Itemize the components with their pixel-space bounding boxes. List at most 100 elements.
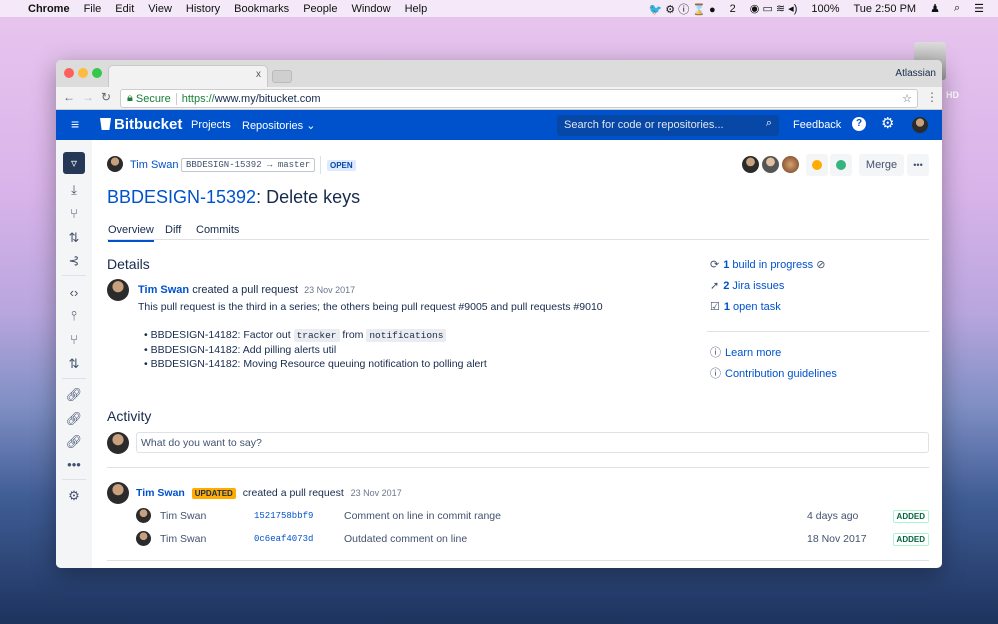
compare-icon[interactable]: ⊰	[64, 251, 84, 271]
url-input[interactable]: 🔒︎ Secure https:// www.my/bitucket.com ☆	[120, 89, 918, 108]
maximize-window-button[interactable]	[92, 68, 102, 78]
author-avatar[interactable]	[107, 482, 129, 504]
menu-app-name[interactable]: Chrome	[28, 3, 70, 15]
new-tab-button[interactable]	[272, 70, 292, 83]
minimize-window-button[interactable]	[78, 68, 88, 78]
settings-gear-icon[interactable]: ⚙	[881, 114, 894, 132]
learn-more-link[interactable]: ⓘ Learn more	[710, 343, 837, 364]
tasks-link[interactable]: ☑ 1 open task	[710, 297, 825, 318]
menu-history[interactable]: History	[186, 3, 220, 15]
builds-link[interactable]: ⟳ 1 build in progress ⊘	[710, 255, 825, 276]
in-progress-icon	[812, 160, 822, 170]
nav-repositories[interactable]: Repositories ⌄	[242, 119, 315, 132]
author-link[interactable]: Tim Swan	[138, 284, 189, 296]
more-icon[interactable]: •••	[64, 455, 84, 475]
profile-name[interactable]: Atlassian	[895, 68, 936, 79]
target-branch[interactable]: master	[278, 160, 310, 170]
browser-tab[interactable]: x	[108, 65, 268, 87]
macos-menu-bar: Chrome File Edit View History Bookmarks …	[0, 0, 998, 17]
tab-diff[interactable]: Diff	[165, 224, 181, 236]
author-avatar[interactable]	[107, 156, 123, 172]
menu-help[interactable]: Help	[405, 3, 428, 15]
menu-file[interactable]: File	[84, 3, 102, 15]
menu-view[interactable]: View	[148, 3, 172, 15]
notification-center-icon[interactable]: ☰	[974, 2, 984, 15]
commit-list: • BBDESIGN-14182: Factor out tracker fro…	[144, 328, 487, 371]
brand-name[interactable]: Bitbucket	[114, 116, 182, 133]
merge-button[interactable]: Merge	[859, 154, 904, 176]
pr-author-link[interactable]: Tim Swan	[130, 159, 179, 171]
reviewer-avatar[interactable]	[762, 156, 779, 173]
row-message[interactable]: Outdated comment on line	[344, 533, 467, 545]
close-window-button[interactable]	[64, 68, 74, 78]
divider	[62, 378, 86, 379]
link-icon[interactable]: 🔗︎	[64, 385, 84, 405]
search-placeholder: Search for code or repositories...	[564, 119, 724, 131]
user-avatar[interactable]	[912, 117, 928, 133]
item-text: BBDESIGN-14182: Add pilling alerts util	[150, 344, 337, 356]
create-pull-request-icon[interactable]: ⇅	[64, 228, 84, 248]
commit-hash-link[interactable]: 1521758bbf9	[254, 511, 313, 521]
nav-projects[interactable]: Projects	[191, 119, 231, 131]
close-tab-icon[interactable]: x	[256, 69, 261, 80]
jira-icon: ➚	[710, 280, 720, 292]
wifi-icon[interactable]: ◉ ▭ ≋ ◂)	[750, 2, 798, 15]
menu-edit[interactable]: Edit	[115, 3, 134, 15]
avatar	[136, 531, 151, 546]
build-status-button[interactable]	[806, 154, 828, 176]
secure-label: Secure	[136, 92, 177, 105]
approve-button[interactable]	[830, 154, 852, 176]
link-icon[interactable]: 🔗︎	[64, 409, 84, 429]
clock[interactable]: Tue 2:50 PM	[854, 3, 917, 15]
row-message[interactable]: Comment on line in commit range	[344, 510, 501, 522]
feedback-link[interactable]: Feedback	[793, 119, 841, 131]
pull-requests-icon[interactable]: ⇅	[64, 354, 84, 374]
back-icon[interactable]: ←	[63, 90, 75, 104]
contribution-guidelines-link[interactable]: ⓘ Contribution guidelines	[710, 364, 837, 385]
link-icon[interactable]: 🔗︎	[64, 432, 84, 452]
tab-overview[interactable]: Overview	[108, 224, 154, 242]
url-host: www.my/bitucket.com	[214, 92, 321, 105]
reload-icon[interactable]: ↻	[101, 90, 111, 104]
source-icon[interactable]: ‹›	[64, 283, 84, 303]
commits-icon[interactable]: ⫯	[64, 306, 84, 326]
browser-menu-icon[interactable]: ⋮	[926, 90, 938, 104]
user-icon[interactable]: ♟	[930, 2, 940, 15]
repo-avatar-icon[interactable]: ▿	[63, 152, 85, 174]
tab-commits[interactable]: Commits	[196, 224, 239, 236]
reviewer-avatar[interactable]	[742, 156, 759, 173]
spotlight-icon[interactable]: ⌕	[954, 2, 960, 15]
added-badge: ADDED	[892, 533, 929, 546]
comment-input[interactable]: What do you want to say?	[136, 432, 929, 453]
branches-icon[interactable]: ⑂	[64, 330, 84, 350]
added-badge: ADDED	[892, 510, 929, 523]
timestamp: 23 Nov 2017	[350, 488, 402, 498]
jira-link[interactable]: ➚ 2 Jira issues	[710, 276, 825, 297]
status-icons[interactable]: 🐦 ⚙ ⓘ ⌛ ●	[649, 1, 716, 17]
action-text: created a pull request	[192, 284, 299, 296]
forward-icon[interactable]: →	[82, 90, 94, 104]
reviewer-avatar[interactable]	[782, 156, 799, 173]
battery-status[interactable]: 100%	[811, 3, 839, 15]
author-link[interactable]: Tim Swan	[136, 487, 185, 499]
pr-status-badge: OPEN	[327, 160, 356, 171]
hamburger-icon[interactable]: ≡	[71, 116, 79, 132]
create-branch-icon[interactable]: ⑂	[64, 204, 84, 224]
pr-key-link[interactable]: BBDESIGN-15392	[107, 187, 256, 207]
menu-window[interactable]: Window	[351, 3, 390, 15]
help-icon[interactable]: ?	[852, 117, 866, 131]
search-input[interactable]: Search for code or repositories... ⌕	[557, 115, 779, 136]
inline-code: notifications	[366, 329, 447, 342]
menu-bookmarks[interactable]: Bookmarks	[234, 3, 289, 15]
menu-people[interactable]: People	[303, 3, 337, 15]
author-avatar[interactable]	[107, 279, 129, 301]
bookmark-star-icon[interactable]: ☆	[902, 92, 912, 105]
bitbucket-nav: ≡ Bitbucket Projects Repositories ⌄ Sear…	[56, 110, 942, 140]
tasks-label: open task	[730, 301, 781, 313]
source-branch[interactable]: BBDESIGN-15392	[186, 160, 262, 170]
clone-icon[interactable]: ⤓	[64, 180, 84, 200]
commit-hash-link[interactable]: 0c6eaf4073d	[254, 534, 313, 544]
more-actions-button[interactable]: •••	[907, 154, 929, 176]
repo-settings-icon[interactable]: ⚙	[64, 486, 84, 506]
row-author: Tim Swan	[160, 510, 207, 522]
